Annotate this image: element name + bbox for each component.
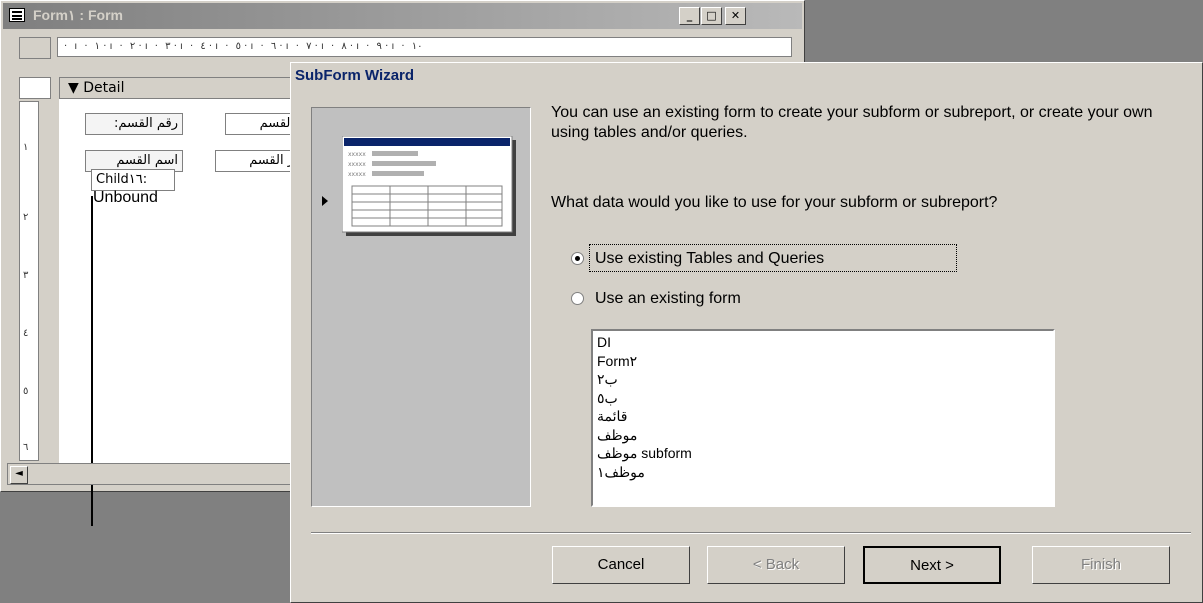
section-selector[interactable] [19,77,51,99]
close-button[interactable]: ✕ [725,7,746,25]
ruler-corner[interactable] [19,37,51,59]
detail-section-label: Detail [83,80,125,96]
department-number-label[interactable]: رقم القسم: [85,113,183,135]
vruler-mark: ٢ [23,212,29,223]
use-tables-radio[interactable] [571,252,584,265]
detail-arrow-icon: ▼ [68,80,84,96]
maximize-button[interactable]: □ [701,7,722,25]
cancel-button[interactable]: Cancel [552,546,690,584]
form-window-titlebar[interactable]: Form١ : Form _ □ ✕ [3,3,802,29]
svg-text:xxxxx: xxxxx [348,161,366,168]
list-item[interactable]: موظف subform [597,444,1049,463]
back-button[interactable]: < Back [707,546,845,584]
list-item[interactable]: قائمة [597,407,1049,426]
horizontal-ruler[interactable]: · ı · ١ · ı · ٢ · ı · ٣ · ı · ٤ · ı · ٥ … [57,37,792,57]
vruler-mark: ٣ [23,270,29,281]
list-item[interactable]: Form٢ [597,352,1049,371]
use-tables-label[interactable]: Use existing Tables and Queries [595,249,824,269]
vertical-ruler[interactable]: ١ ٢ ٣ ٤ ٥ ٦ [19,101,39,461]
child-label[interactable]: Child١٦: [91,169,175,191]
form-window-title: Form١ : Form [33,7,123,23]
wizard-intro-text: You can use an existing form to create y… [551,104,1153,141]
svg-text:xxxxx: xxxxx [348,171,366,178]
form-icon [9,8,25,22]
list-item[interactable]: ب٢ [597,370,1049,389]
wizard-title: SubForm Wizard [295,67,415,84]
department-number-field[interactable]: القسم [225,113,299,135]
existing-forms-list[interactable]: DI Form٢ ب٢ ب٥ قائمة موظف موظف subform م… [591,329,1055,507]
vruler-mark: ٥ [23,386,29,397]
list-item[interactable]: موظف [597,426,1049,445]
finish-button[interactable]: Finish [1032,546,1170,584]
wizard-question-text: What data would you like to use for your… [551,194,998,211]
list-item[interactable]: DI [597,333,1049,352]
scroll-left-icon[interactable]: ◄ [10,466,28,484]
minimize-button[interactable]: _ [679,7,700,25]
vruler-mark: ١ [23,142,29,153]
next-button[interactable]: Next > [863,546,1001,584]
list-item[interactable]: موظف١ [597,463,1049,482]
svg-text:xxxxx: xxxxx [348,151,366,158]
subform-wizard-dialog: SubForm Wizard xxxxx xxxxx xxxxx You can… [290,62,1203,603]
use-form-radio[interactable] [571,292,584,305]
wizard-titlebar[interactable]: SubForm Wizard [291,63,1202,89]
vruler-mark: ٤ [23,328,29,339]
pointer-arrow-icon [322,196,328,206]
department-name-field[interactable]: ر القسم [215,150,299,172]
button-separator [311,532,1191,534]
vruler-mark: ٦ [23,442,29,453]
unbound-text: Unbound [93,189,158,206]
list-item[interactable]: ب٥ [597,389,1049,408]
use-form-label[interactable]: Use an existing form [595,289,741,309]
detail-section-bar[interactable]: ▼ Detail [59,77,299,99]
detail-design-area[interactable]: رقم القسم: القسم اسم القسم ر القسم Child… [59,99,299,526]
form-preview-icon: xxxxx xxxxx xxxxx [342,136,516,236]
wizard-illustration-panel: xxxxx xxxxx xxxxx [311,107,531,507]
